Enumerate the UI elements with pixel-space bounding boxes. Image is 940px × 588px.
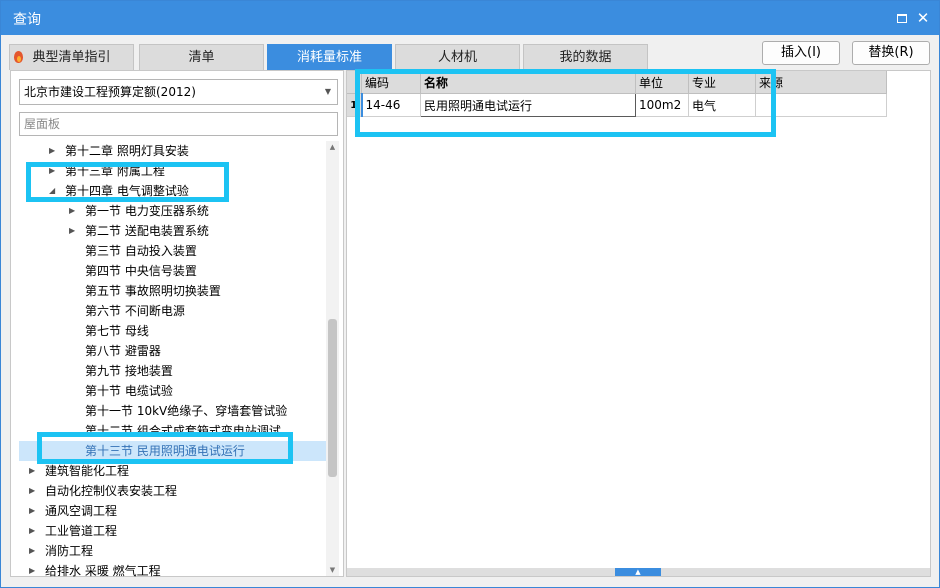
title-bar: 查询 ✕ (1, 1, 939, 35)
tree-collapsed-icon[interactable]: ▶ (29, 501, 39, 521)
tab-consumption-standard[interactable]: 消耗量标准 (267, 44, 392, 70)
tree-item-label: 第十四章 电气调整试验 (65, 184, 189, 198)
insert-button[interactable]: 插入(I) (762, 41, 840, 65)
tree-item-label: 第七节 母线 (85, 324, 149, 338)
tree-item-label: 建筑智能化工程 (45, 464, 130, 478)
cell-discipline[interactable]: 电气 (688, 93, 756, 117)
chapter-tree: ▶ 第十二章 照明灯具安装 ▶ 第十三章 附属工程 ◢ 第十四章 电气调整试验 ▶ 第一节 电… (11, 141, 327, 578)
tree-item-label: 自动化控制仪表安装工程 (45, 484, 178, 498)
tree-item-label: 第十二章 照明灯具安装 (65, 144, 189, 158)
column-name[interactable]: 名称 (420, 71, 636, 94)
tree-collapsed-icon[interactable]: ▶ (29, 481, 39, 501)
tree-item-label: 第八节 避雷器 (85, 344, 161, 358)
scroll-down-icon[interactable]: ▼ (326, 564, 339, 576)
chevron-down-icon[interactable]: ▼ (325, 80, 331, 104)
tree-scrollbar[interactable]: ▲ ▼ (326, 141, 339, 576)
tree-item-label: 第十一节 10kV绝缘子、穿墙套管试验 (85, 404, 288, 418)
tree-expanded-icon[interactable]: ◢ (49, 181, 59, 201)
column-source[interactable]: 来源 (755, 71, 887, 94)
tree-collapsed-icon[interactable]: ▶ (29, 521, 39, 541)
quota-tree-panel: 北京市建设工程预算定额(2012) ▼ ▶ 第十二章 照明灯具安装 ▶ 第十三章 附属… (10, 70, 344, 578)
row-number-header (347, 71, 362, 94)
close-icon[interactable]: ✕ (915, 10, 931, 26)
tab-my-data[interactable]: 我的数据 (523, 44, 648, 70)
tree-item-label: 工业管道工程 (45, 524, 118, 538)
flame-icon (14, 51, 23, 63)
grid-horizontal-scrollbar[interactable]: ▲ (347, 568, 930, 576)
tree-collapsed-icon[interactable]: ▶ (69, 221, 79, 241)
quota-library-select[interactable]: 北京市建设工程预算定额(2012) ▼ (19, 79, 338, 105)
tree-item-label: 第二节 送配电装置系统 (85, 224, 209, 238)
tree-item-label: 第六节 不间断电源 (85, 304, 185, 318)
replace-button[interactable]: 替换(R) (852, 41, 930, 65)
tree-collapsed-icon[interactable]: ▶ (29, 541, 39, 561)
tab-typical-bill-guide[interactable]: 典型清单指引 (9, 44, 134, 70)
tree-item-label: 第九节 接地装置 (85, 364, 173, 378)
tree-collapsed-icon[interactable]: ▶ (49, 161, 59, 181)
tab-bill[interactable]: 清单 (139, 44, 264, 70)
tree-item-label: 第五节 事故照明切换装置 (85, 284, 221, 298)
tree-item-label: 第十二节 组合式成套箱式变电站调试 (85, 424, 281, 438)
tree-collapsed-icon[interactable]: ▶ (69, 201, 79, 221)
tree-collapsed-icon[interactable]: ▶ (49, 141, 59, 161)
tab-labor-material-machine[interactable]: 人材机 (395, 44, 520, 70)
tree-collapsed-icon[interactable]: ▶ (29, 561, 39, 578)
table-row[interactable]: 1 14-46 民用照明通电试运行 100m2 电气 (347, 93, 887, 117)
query-dialog: 查询 ✕ 典型清单指引 清单 消耗量标准 人材机 我的数据 插入(I) 替换(R… (0, 0, 940, 588)
cell-code[interactable]: 14-46 (360, 93, 421, 117)
scroll-grip-icon[interactable]: ▲ (615, 568, 661, 576)
scroll-up-icon[interactable]: ▲ (326, 141, 339, 153)
tree-item-label: 第十三节 民用照明通电试运行 (85, 444, 245, 458)
cell-unit[interactable]: 100m2 (635, 93, 689, 117)
search-input[interactable] (19, 112, 338, 136)
tree-item-label: 通风空调工程 (45, 504, 118, 518)
cell-source[interactable] (755, 93, 887, 117)
tree-item-label: 第三节 自动投入装置 (85, 244, 197, 258)
tree-item-label: 第十节 电缆试验 (85, 384, 173, 398)
maximize-icon[interactable] (894, 10, 910, 26)
tree-item-label: 给排水 采暖 燃气工程 (45, 564, 161, 578)
window-title: 查询 (13, 12, 41, 28)
column-unit[interactable]: 单位 (635, 71, 689, 94)
tree-item-label: 消防工程 (45, 544, 94, 558)
tree-item-label: 第十三章 附属工程 (65, 164, 165, 178)
result-grid-panel: 编码 名称 单位 专业 来源 1 14-46 民用照明通电试运行 100m2 电… (346, 70, 931, 577)
cell-name[interactable]: 民用照明通电试运行 (420, 93, 636, 117)
tree-item-label: 第四节 中央信号装置 (85, 264, 197, 278)
result-table: 编码 名称 单位 专业 来源 1 14-46 民用照明通电试运行 100m2 电… (347, 71, 887, 117)
column-discipline[interactable]: 专业 (688, 71, 756, 94)
row-number: 1 (347, 93, 362, 117)
tree-item-label: 第一节 电力变压器系统 (85, 204, 209, 218)
scroll-thumb[interactable] (328, 319, 337, 477)
column-code[interactable]: 编码 (361, 71, 421, 94)
table-header-row: 编码 名称 单位 专业 来源 (347, 71, 887, 94)
tree-collapsed-icon[interactable]: ▶ (29, 461, 39, 481)
